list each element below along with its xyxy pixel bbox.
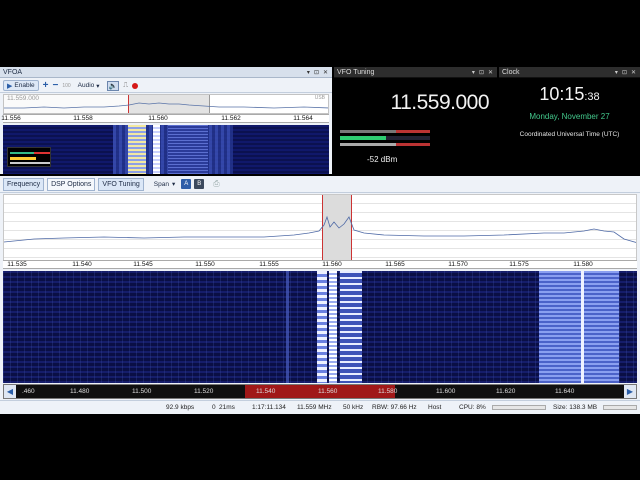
vfoa-trace — [4, 102, 328, 109]
vfoa-waterfall[interactable] — [3, 125, 329, 174]
main-spectrum[interactable] — [3, 194, 637, 262]
tick-label: 11.520 — [194, 388, 214, 395]
close-icon[interactable]: ✕ — [488, 69, 493, 76]
chevron-down-icon: ▾ — [96, 82, 100, 90]
tick-label: 11.540 — [256, 388, 276, 395]
clock-hours-minutes: 10:15 — [539, 84, 585, 104]
tick-label: 11.545 — [133, 261, 153, 268]
print-icon[interactable]: ⎙ — [213, 179, 219, 189]
status-bandwidth: 50 kHz — [343, 404, 364, 411]
vfoa-spectrum[interactable]: 11.559.000 USB — [3, 94, 329, 114]
vfo-a-button[interactable]: A — [181, 179, 192, 189]
clock-zone: Coordinated Universal Time (UTC) — [519, 131, 620, 138]
step-icon[interactable]: 100 — [62, 83, 70, 89]
tick-label: 11.580 — [573, 261, 593, 268]
span-label: Span — [153, 180, 169, 188]
status-elapsed: 1:17:11.134 — [252, 404, 286, 411]
tick-label: 11.560 — [148, 115, 168, 122]
tick-label: 11.560 — [322, 261, 342, 268]
tick-label: 11.535 — [7, 261, 27, 268]
main-panel: Frequency DSP Options VFO Tuning Span ▾ … — [0, 176, 640, 414]
tick-label: 11.640 — [555, 388, 575, 395]
status-drops: 0 — [212, 404, 216, 411]
tick-label: 11.600 — [436, 388, 456, 395]
tab-vfo-tuning[interactable]: VFO Tuning — [98, 177, 144, 191]
scroll-left-button[interactable]: ◀ — [4, 385, 16, 398]
float-icon[interactable]: ⊡ — [622, 69, 627, 76]
squelch-icon[interactable]: ⎍ — [123, 82, 128, 90]
clock-date: Monday, November 27 — [529, 112, 610, 121]
vfoa-title: VFOA — [3, 68, 23, 76]
status-bar: 92.9 kbps 0 21ms 1:17:11.134 11.559 MHz … — [0, 400, 640, 413]
enable-label: Enable — [14, 82, 35, 89]
vfo-b-button[interactable]: B — [194, 179, 205, 189]
vfo-tuning-header: VFO Tuning ▾ ⊡ ✕ — [334, 67, 497, 78]
tick-label: 11.500 — [132, 388, 152, 395]
audio-dropdown[interactable]: Audio ▾ — [75, 80, 103, 91]
tick-label: 11.575 — [509, 261, 529, 268]
vfo-frequency-display[interactable]: 11.559.000 — [334, 91, 489, 115]
float-icon[interactable]: ⊡ — [479, 69, 484, 76]
close-icon[interactable]: ✕ — [323, 69, 328, 76]
status-rbw: RBW: 97.66 Hz — [372, 404, 417, 411]
tick-label: 11.570 — [448, 261, 468, 268]
clock-title: Clock — [502, 68, 520, 76]
tick-label: 11.620 — [496, 388, 516, 395]
s-meter — [340, 128, 430, 150]
vfoa-freq-ruler: 11.556 11.558 11.560 11.562 11.564 — [1, 114, 329, 123]
minus-icon[interactable]: − — [52, 80, 58, 91]
tick-label: .460 — [22, 388, 35, 395]
clock-header: Clock ▾ ⊡ ✕ — [499, 67, 640, 78]
speaker-icon[interactable]: 🔈 — [106, 80, 120, 91]
mini-smeter — [7, 147, 51, 167]
vfo-tuning-panel: VFO Tuning ▾ ⊡ ✕ 11.559.000 -52 dBm — [334, 67, 497, 174]
pin-icon[interactable]: ▾ — [472, 69, 475, 76]
enable-button[interactable]: ▶ Enable — [3, 80, 39, 91]
tick-label: 11.556 — [1, 115, 21, 122]
tick-label: 11.540 — [72, 261, 92, 268]
close-icon[interactable]: ✕ — [631, 69, 636, 76]
clock-panel: Clock ▾ ⊡ ✕ 10:15:38 Monday, November 27… — [499, 67, 640, 174]
audio-label: Audio — [77, 82, 95, 89]
tick-label: 11.580 — [378, 388, 398, 395]
tick-label: 11.550 — [195, 261, 215, 268]
main-waterfall[interactable] — [3, 271, 637, 383]
vfo-tuning-title: VFO Tuning — [337, 68, 375, 76]
tick-label: 11.560 — [318, 388, 338, 395]
clock-time: 10:15:38 — [499, 84, 640, 105]
s-meter-level — [340, 136, 386, 140]
status-host: Host — [428, 404, 442, 411]
scroll-right-button[interactable]: ▶ — [624, 385, 636, 398]
plus-icon[interactable]: + — [43, 80, 49, 91]
status-frequency: 11.559 MHz — [297, 404, 332, 411]
overview-scrollbar[interactable]: ◀ ▶ .460 11.480 11.500 11.520 11.540 11.… — [3, 384, 637, 399]
status-rate: 92.9 kbps — [166, 404, 195, 411]
pin-icon[interactable]: ▾ — [615, 69, 618, 76]
pin-icon[interactable]: ▾ — [307, 69, 310, 76]
float-icon[interactable]: ⊡ — [314, 69, 319, 76]
cpu-bar — [492, 405, 546, 410]
vfoa-header: VFOA ▾ ⊡ ✕ — [0, 67, 332, 78]
tick-label: 11.565 — [385, 261, 405, 268]
signal-strength: -52 dBm — [367, 155, 398, 164]
tick-label: 11.564 — [293, 115, 313, 122]
tick-label: 11.480 — [70, 388, 90, 395]
size-bar — [603, 405, 637, 410]
tick-label: 11.558 — [73, 115, 93, 122]
play-icon: ▶ — [7, 82, 13, 90]
main-freq-ruler: 11.535 11.540 11.545 11.550 11.555 11.56… — [3, 260, 637, 269]
vfoa-panel: VFOA ▾ ⊡ ✕ ▶ Enable + − 100 Audio ▾ 🔈 ⎍ … — [0, 67, 332, 174]
span-dropdown[interactable]: Span ▾ — [151, 179, 178, 190]
tab-dsp-options[interactable]: DSP Options — [47, 177, 96, 191]
clock-seconds: :38 — [584, 91, 600, 103]
main-spectrum-trace — [4, 215, 636, 243]
tick-label: 11.562 — [221, 115, 241, 122]
tab-frequency[interactable]: Frequency — [3, 177, 45, 191]
status-latency: 21ms — [219, 404, 235, 411]
record-icon[interactable] — [132, 82, 139, 89]
tick-label: 11.555 — [259, 261, 279, 268]
status-cpu: CPU: 8% — [459, 404, 486, 411]
status-size: Size: 138.3 MB — [553, 404, 598, 411]
chevron-down-icon: ▾ — [171, 181, 176, 188]
